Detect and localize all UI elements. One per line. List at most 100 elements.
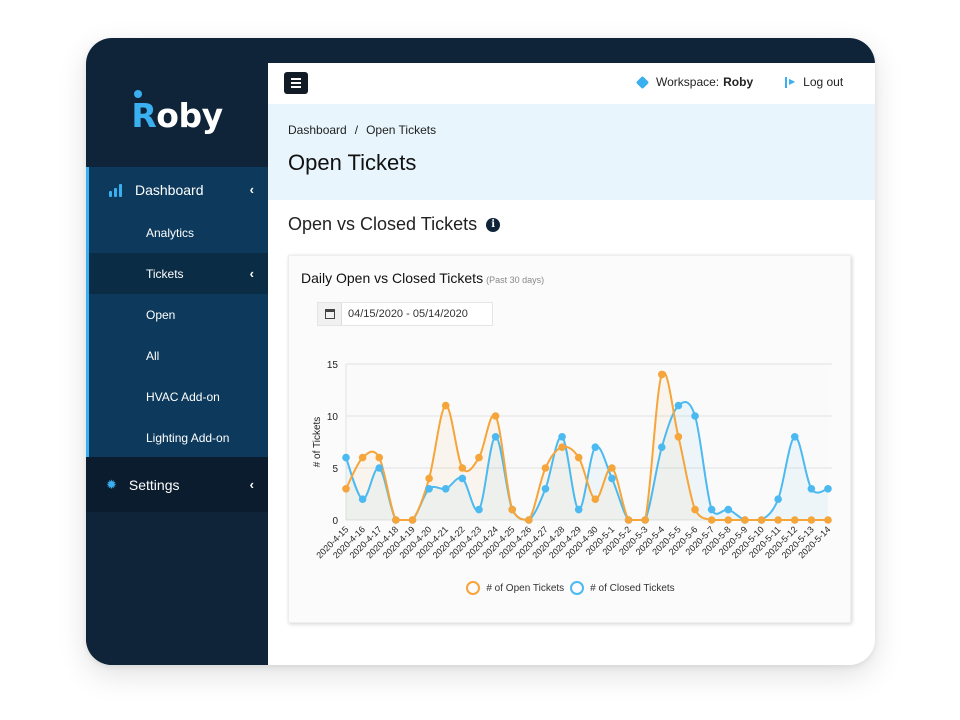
chevron-left-icon: ‹ [249,181,254,197]
data-point-closed [541,485,550,493]
breadcrumb: Dashboard / Open Tickets [288,123,436,137]
data-point-open [458,464,467,472]
data-point-open [741,516,749,524]
gear-icon: ✹ [106,476,117,492]
sidebar-item-label: HVAC Add-on [146,389,220,404]
sidebar-footer [86,512,268,665]
section-title-text: Open vs Closed Tickets [288,214,478,234]
logo[interactable]: Roby [86,63,268,167]
data-point-open [358,453,367,462]
data-point-open [641,516,649,524]
sidebar-item-label: Settings [128,476,180,493]
data-point-open [657,370,666,379]
main-content: Workspace: Roby ▶ Log out Dashboard / Open… [268,63,875,665]
sidebar-item-tickets[interactable]: Tickets ‹ [89,253,268,294]
data-point-open [591,495,600,503]
logo-text: Roby [131,89,223,135]
workspace-name: Roby [723,75,754,89]
info-icon[interactable]: i [486,217,501,232]
data-point-open [425,474,433,483]
sidebar-item-settings[interactable]: ✹ Settings ‹ [86,457,268,512]
breadcrumb-item-dashboard[interactable]: Dashboard [288,123,347,137]
data-point-closed [691,412,699,420]
data-point-open [774,516,782,524]
data-point-open [342,485,350,493]
legend-item-closed[interactable]: # of Closed Tickets [570,581,675,595]
data-point-open [408,516,417,524]
data-point-open [508,505,517,514]
data-point-open [707,516,716,524]
data-point-closed [558,433,566,441]
legend-label-open: # of Open Tickets [486,582,565,594]
data-point-closed [574,505,583,514]
chart-card: Daily Open vs Closed Tickets (Past 30 day… [288,255,851,623]
sidebar: Roby Dashboard ‹ Analytics Tickets ‹ Ope… [86,63,268,665]
legend-item-open[interactable]: # of Open Tickets [466,581,564,595]
sidebar-item-label: Tickets [146,266,184,281]
chart-legend: # of Open Tickets # of Closed Tickets [289,581,852,595]
sidebar-item-label: Lighting Add-on [146,430,230,445]
data-point-open [691,505,699,514]
logo-dot-icon [134,89,143,98]
chevron-left-icon: ‹ [249,476,254,492]
breadcrumb-item-open-tickets: Open Tickets [366,123,437,137]
sidebar-item-all[interactable]: All [89,335,268,376]
data-point-open [541,464,550,472]
y-tick-label: 15 [327,360,339,371]
sidebar-item-lighting-addon[interactable]: Lighting Add-on [89,417,268,458]
sidebar-item-label: Open [146,307,176,322]
data-point-closed [807,485,816,493]
data-point-closed [425,485,433,493]
device-frame: Roby Dashboard ‹ Analytics Tickets ‹ Ope… [86,38,875,665]
workspace-label: Workspace: [656,75,720,89]
data-point-open [441,401,450,410]
data-point-open [807,516,816,524]
y-tick-label: 10 [327,412,339,423]
data-point-open [624,516,633,524]
menu-toggle-button[interactable] [284,72,308,94]
logout-icon: ▶ [785,76,795,88]
sidebar-item-dashboard[interactable]: Dashboard ‹ [89,167,268,212]
sidebar-item-analytics[interactable]: Analytics [89,212,268,253]
data-point-open [757,516,766,524]
data-point-open [824,516,832,524]
y-tick-label: 0 [332,516,338,527]
cube-icon [635,75,650,89]
bar-chart-icon [109,183,125,197]
sidebar-item-label: Analytics [146,225,195,240]
data-point-closed [475,505,483,514]
data-point-open [558,443,566,451]
data-point-closed [591,443,600,451]
sidebar-item-hvac-addon[interactable]: HVAC Add-on [89,376,268,417]
sidebar-item-open[interactable]: Open [89,294,268,335]
data-point-open [574,453,583,462]
data-point-closed [707,505,716,514]
data-point-open [724,516,733,524]
data-point-closed [657,443,666,451]
sidebar-item-label: All [146,348,160,363]
data-point-closed [824,485,832,493]
chevron-left-icon: ‹ [249,265,254,281]
legend-swatch-closed [570,581,585,595]
top-navbar: Workspace: Roby ▶ Log out [268,63,875,104]
data-point-closed [441,485,450,493]
data-point-open [608,464,616,472]
data-point-open [392,516,400,524]
data-point-open [790,516,799,524]
data-point-closed [774,495,782,503]
legend-swatch-open [466,581,481,595]
page-header: Dashboard / Open Tickets Open Tickets [268,104,875,200]
sidebar-item-label: Dashboard [135,181,204,198]
data-point-open [674,433,683,441]
data-point-closed [342,453,350,462]
data-point-closed [724,505,733,514]
data-point-closed [458,474,467,483]
workspace-indicator[interactable]: Workspace: Roby [635,75,754,89]
data-point-closed [375,464,384,472]
data-point-closed [608,474,616,483]
data-point-open [525,516,533,524]
logout-button[interactable]: ▶ Log out [785,75,843,89]
section-title: Open vs Closed Tickets i [288,214,501,235]
data-point-open [375,453,384,462]
page-title: Open Tickets [288,150,417,175]
